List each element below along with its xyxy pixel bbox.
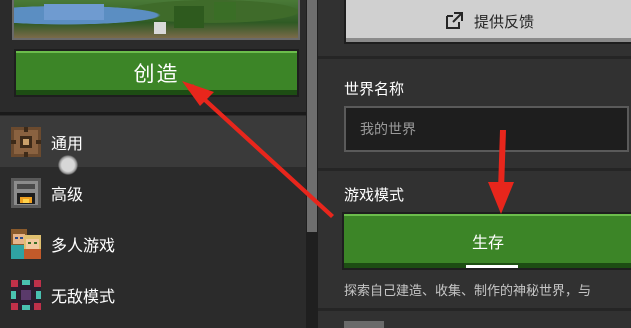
nav-item-advanced[interactable]: 高级	[0, 167, 306, 218]
furnace-icon	[11, 177, 41, 208]
nav-item-label: 无敌模式	[51, 286, 116, 306]
divider	[318, 168, 631, 171]
focus-underline	[466, 265, 518, 268]
nav-item-general[interactable]: 通用	[0, 116, 306, 167]
nav-item-cheats[interactable]: 无敌模式	[0, 269, 306, 320]
right-panel: 提供反馈 世界名称 我的世界 游戏模式 生存 探索自己建造、收集、制作的神秘世界…	[318, 0, 631, 328]
nav-item-label: 多人游戏	[51, 235, 116, 255]
nav-item-multiplayer[interactable]: 多人游戏	[0, 218, 306, 269]
feedback-button[interactable]: 提供反馈	[344, 0, 631, 44]
game-mode-dropdown[interactable]: 生存	[342, 212, 631, 270]
world-name-label: 世界名称	[344, 80, 405, 98]
world-name-input[interactable]: 我的世界	[344, 106, 629, 152]
settings-nav: 通用 高级 多人游戏 无敌模式	[0, 116, 306, 320]
create-world-screen: 创造 通用 高级 多人游戏 无敌模式 提供反馈 世界名称 我的世界 游戏模式 生…	[0, 0, 631, 328]
nav-item-label: 高级	[51, 184, 84, 204]
divider	[318, 308, 631, 311]
scrollbar-thumb[interactable]	[307, 0, 317, 232]
next-setting-stub	[344, 321, 384, 328]
feedback-button-label: 提供反馈	[473, 12, 534, 31]
external-link-icon	[444, 11, 464, 31]
game-mode-label: 游戏模式	[344, 186, 405, 204]
cheats-icon	[11, 279, 41, 310]
divider	[0, 112, 306, 115]
create-button[interactable]: 创造	[14, 49, 299, 97]
divider	[318, 56, 631, 59]
gear-block-icon	[11, 126, 41, 157]
world-preview-image	[12, 0, 300, 40]
game-mode-description: 探索自己建造、收集、制作的神秘世界，与	[344, 284, 592, 299]
touch-cursor	[58, 155, 78, 175]
left-panel: 创造 通用 高级 多人游戏 无敌模式	[0, 0, 318, 328]
nav-item-label: 通用	[51, 133, 84, 153]
players-icon	[11, 228, 41, 259]
